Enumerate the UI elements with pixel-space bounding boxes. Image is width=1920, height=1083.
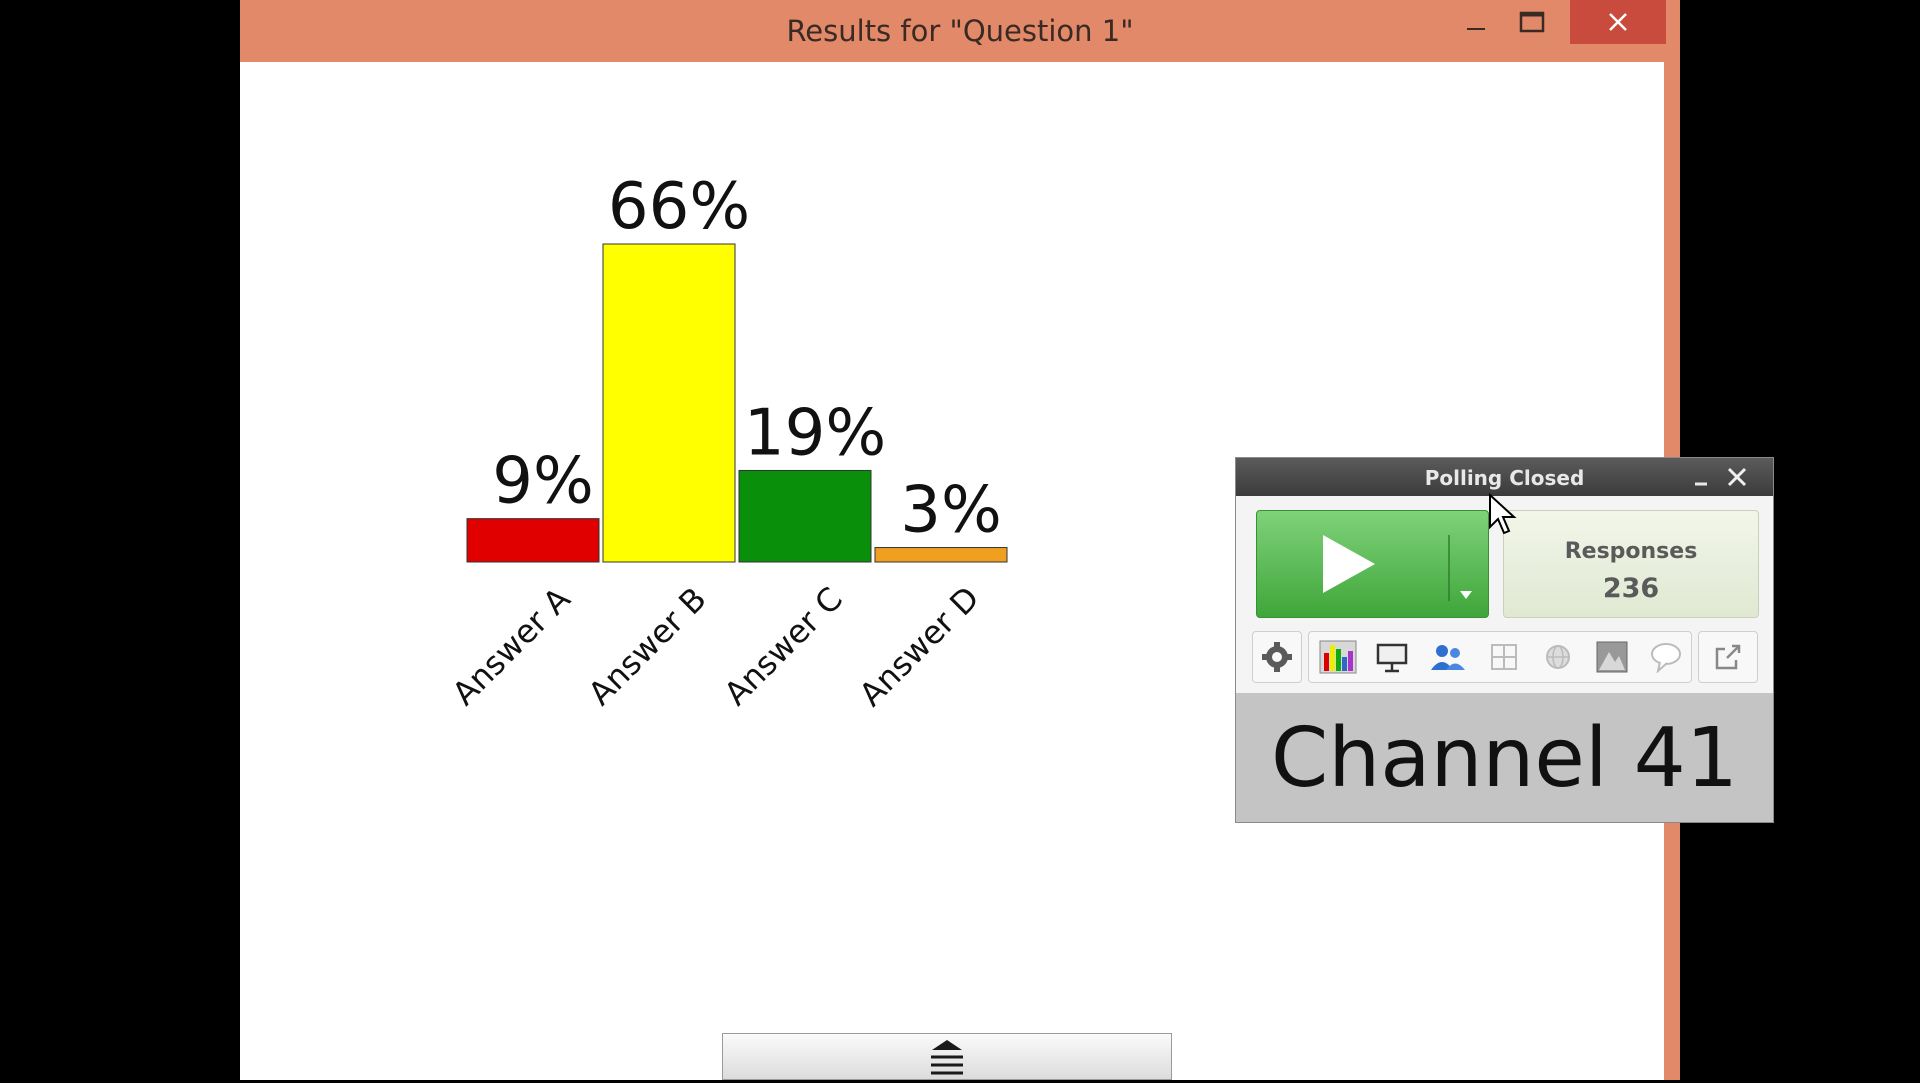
bar-answer-a bbox=[466, 518, 600, 563]
close-button[interactable] bbox=[1570, 0, 1666, 44]
drawer-toggle-button[interactable] bbox=[722, 1033, 1172, 1080]
polling-header[interactable]: Polling Closed bbox=[1236, 458, 1773, 496]
presentation-icon bbox=[1376, 643, 1408, 673]
value-label: 19% bbox=[744, 396, 886, 470]
gear-icon bbox=[1262, 642, 1292, 672]
participants-icon bbox=[1431, 645, 1465, 670]
polling-minimize-button[interactable] bbox=[1688, 464, 1714, 490]
export-button[interactable] bbox=[1704, 631, 1752, 683]
polling-close-button[interactable] bbox=[1724, 464, 1750, 490]
close-icon bbox=[1609, 13, 1627, 31]
value-label: 66% bbox=[608, 170, 750, 244]
mouse-cursor-icon bbox=[1489, 493, 1517, 535]
channel-label: Channel 41 bbox=[1270, 711, 1739, 806]
value-label: 3% bbox=[900, 474, 1002, 548]
category-label: Answer B bbox=[581, 580, 714, 713]
web-button[interactable] bbox=[1536, 631, 1580, 683]
maximize-button[interactable] bbox=[1506, 0, 1558, 44]
bar-answer-c bbox=[738, 469, 872, 563]
responses-count: 236 bbox=[1602, 573, 1660, 604]
settings-button[interactable] bbox=[1256, 631, 1298, 683]
speech-bubble-icon bbox=[1651, 643, 1681, 673]
image-icon bbox=[1596, 641, 1628, 673]
results-window: Results for "Question 1" 9% Answer A 66% An… bbox=[240, 0, 1774, 1080]
presentation-button[interactable] bbox=[1370, 631, 1414, 683]
bar-chart-icon bbox=[1319, 640, 1357, 674]
title-bar[interactable]: Results for "Question 1" bbox=[240, 0, 1680, 62]
responses-label: Responses bbox=[1564, 539, 1698, 564]
results-content: 9% Answer A 66% Answer B 19% Answer C 3% Answer… bbox=[240, 62, 1774, 1080]
grid-view-button[interactable] bbox=[1482, 631, 1526, 683]
minimize-icon bbox=[1695, 482, 1707, 486]
category-label: Answer C bbox=[717, 580, 850, 713]
show-chart-button[interactable] bbox=[1314, 631, 1362, 683]
value-label: 9% bbox=[492, 445, 594, 519]
bar-answer-b bbox=[602, 243, 736, 563]
maximize-icon bbox=[1519, 11, 1545, 33]
minimize-icon bbox=[1467, 28, 1485, 30]
responses-display: Responses 236 bbox=[1503, 510, 1759, 618]
channel-display: Channel 41 bbox=[1236, 693, 1773, 822]
globe-icon bbox=[1546, 645, 1570, 669]
eject-menu-icon bbox=[931, 1040, 963, 1075]
play-icon bbox=[1323, 535, 1472, 601]
comment-button[interactable] bbox=[1644, 631, 1688, 683]
category-label: Answer A bbox=[445, 580, 578, 713]
close-icon bbox=[1727, 467, 1747, 487]
bar-answer-d bbox=[874, 547, 1008, 563]
start-polling-button[interactable] bbox=[1256, 510, 1489, 618]
minimize-button[interactable] bbox=[1450, 0, 1502, 44]
participants-button[interactable] bbox=[1424, 631, 1472, 683]
polling-toolbar bbox=[1252, 631, 1760, 683]
category-label: Answer D bbox=[852, 579, 987, 714]
grid-icon bbox=[1491, 644, 1517, 670]
image-button[interactable] bbox=[1590, 631, 1634, 683]
export-icon bbox=[1715, 644, 1741, 670]
